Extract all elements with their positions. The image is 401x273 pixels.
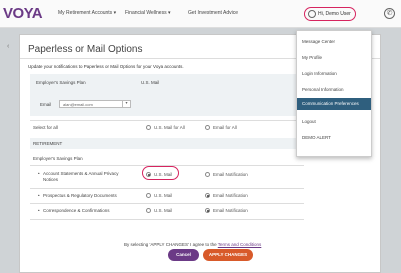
bullet: • (38, 193, 40, 198)
chevron-down-icon: ▾ (167, 10, 171, 16)
row-label: Correspondence & Confirmations (43, 208, 110, 213)
phone-icon[interactable]: ✆ (384, 8, 395, 19)
chevron-down-icon: ▾ (113, 10, 117, 16)
email-option-label[interactable]: Email Notification (213, 193, 248, 198)
email-radio[interactable] (205, 193, 210, 198)
cancel-button[interactable]: Cancel (168, 249, 199, 261)
terms-link[interactable]: Terms and Conditions (218, 242, 262, 247)
mail-radio[interactable] (146, 193, 151, 198)
row-label: Account Statements & Annual Privacy (43, 171, 119, 176)
email-select[interactable]: alan@email.com ▾ (59, 100, 131, 108)
back-chevron-icon[interactable]: ‹ (7, 43, 9, 50)
instructions: Update your notifications to Paperless o… (28, 64, 184, 69)
menu-item-login-information[interactable]: Login Information (297, 68, 371, 80)
user-dropdown-menu: Message Center My Profile Login Informat… (296, 30, 372, 157)
section-title: RETIREMENT (33, 141, 63, 146)
highlight-ring (142, 166, 179, 180)
divider (30, 203, 304, 204)
email-radio[interactable] (205, 208, 210, 213)
account-box: Employer's Savings Plan U.S. Mail Email … (30, 74, 300, 116)
consent-text: By selecting 'APPLY CHANGES' I agree to … (124, 242, 261, 247)
email-radio[interactable] (205, 172, 210, 177)
email-for-all-label[interactable]: Email for All (213, 125, 237, 130)
user-greeting: Hi, Demo User (318, 11, 351, 17)
bullet: • (38, 171, 40, 176)
row-label-cont: Notices (43, 177, 59, 182)
table-row: • Prospectus & Regulatory Documents U.S.… (30, 193, 304, 201)
apply-changes-button[interactable]: APPLY CHANGES (203, 249, 253, 261)
menu-item-my-profile[interactable]: My Profile (297, 52, 371, 64)
page-title: Paperless or Mail Options (28, 44, 143, 55)
email-value: alan@email.com (63, 102, 93, 107)
row-label: Prospectus & Regulatory Documents (43, 193, 117, 198)
menu-item-personal-information[interactable]: Personal Information (297, 84, 371, 96)
mail-for-all-label[interactable]: U.S. Mail for All (154, 125, 185, 130)
mail-option-label[interactable]: U.S. Mail (154, 193, 172, 198)
nav-get-investment-advice[interactable]: Get Investment Advice (188, 10, 238, 16)
table-row: • Correspondence & Confirmations U.S. Ma… (30, 208, 304, 216)
user-icon (308, 10, 316, 18)
chevron-down-icon: ▾ (122, 100, 130, 108)
voya-logo[interactable]: VOYA (3, 5, 43, 22)
section-header: RETIREMENT (30, 138, 304, 149)
menu-item-message-center[interactable]: Message Center (297, 36, 371, 48)
mail-option-label[interactable]: U.S. Mail (154, 208, 172, 213)
menu-item-communication-preferences[interactable]: Communication Preferences (297, 98, 371, 110)
menu-item-logout[interactable]: Logout (297, 116, 371, 128)
email-option-label[interactable]: Email Notification (213, 172, 248, 177)
plan-delivery-value: U.S. Mail (141, 80, 160, 85)
top-bar: VOYA My Retirement Accounts ▾ Financial … (0, 0, 401, 28)
select-all-label: Select for all (33, 125, 58, 130)
divider (30, 219, 304, 220)
plan-heading: Employer's Savings Plan (33, 156, 83, 161)
email-label: Email (40, 102, 52, 107)
bullet: • (38, 208, 40, 213)
plan-label: Employer's Savings Plan (36, 80, 86, 85)
email-for-all-radio[interactable] (205, 125, 210, 130)
mail-radio[interactable] (146, 208, 151, 213)
consent-copy: By selecting 'APPLY CHANGES' I agree to … (124, 242, 217, 247)
menu-item-demo-alert[interactable]: DEMO ALERT (297, 132, 371, 144)
divider (30, 188, 304, 189)
mail-for-all-radio[interactable] (146, 125, 151, 130)
nav-my-retirement-accounts[interactable]: My Retirement Accounts ▾ (58, 10, 116, 16)
nav-financial-wellness[interactable]: Financial Wellness ▾ (125, 10, 171, 16)
email-option-label[interactable]: Email Notification (213, 208, 248, 213)
divider (30, 120, 304, 121)
user-menu-button[interactable]: Hi, Demo User (304, 7, 356, 21)
